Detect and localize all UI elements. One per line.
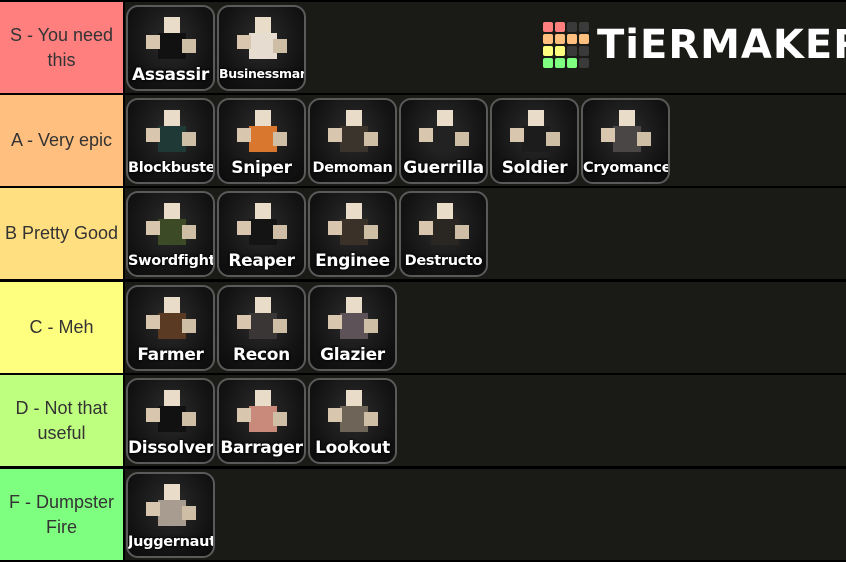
- logo-grid-cell: [579, 34, 589, 44]
- tier-item-card[interactable]: Swordfighte: [126, 190, 215, 277]
- character-portrait-icon: [236, 296, 287, 347]
- logo-grid-cell: [567, 34, 577, 44]
- tier-item-card[interactable]: Guerrilla: [399, 97, 488, 184]
- tier-item-name: Cryomancer: [583, 159, 668, 176]
- tier-item-card[interactable]: Enginee: [308, 190, 397, 277]
- character-portrait-icon: [145, 109, 196, 160]
- character-portrait-icon: [418, 202, 469, 253]
- tier-item-name: Lookout: [315, 437, 390, 458]
- tiermaker-logo: TiERMAKER: [543, 20, 846, 70]
- logo-grid-cell: [543, 22, 553, 32]
- tier-item-name: Demoman: [312, 159, 393, 176]
- tier-item-name: Barrager: [220, 437, 303, 458]
- character-portrait-icon: [145, 16, 196, 67]
- logo-grid-cell: [555, 22, 565, 32]
- tier-row: C - Meh Farmer Recon Glazier: [0, 282, 846, 373]
- tier-items-dropzone[interactable]: Blockbuste Sniper Demoman Guerrilla Soldier C…: [125, 95, 846, 186]
- tier-item-name: Sniper: [231, 157, 292, 178]
- character-portrait-icon: [236, 202, 287, 253]
- tier-label[interactable]: D - Not that useful: [0, 375, 123, 466]
- character-portrait-icon: [327, 296, 378, 347]
- tier-item-card[interactable]: Barrager: [217, 377, 306, 464]
- tier-item-card[interactable]: Reaper: [217, 190, 306, 277]
- tier-row: D - Not that useful Dissolver Barrager Look…: [0, 375, 846, 466]
- tier-item-name: Businessmar: [219, 65, 304, 81]
- tier-item-name: Assassir: [132, 64, 209, 85]
- tier-row: B Pretty Good Swordfighte Reaper Enginee Des…: [0, 188, 846, 279]
- tier-row: F - Dumpster Fire Juggernaut: [0, 469, 846, 560]
- character-portrait-icon: [509, 109, 560, 160]
- tier-items-dropzone[interactable]: Swordfighte Reaper Enginee Destructo: [125, 188, 846, 279]
- character-portrait-icon: [327, 202, 378, 253]
- logo-grid-cell: [567, 58, 577, 68]
- logo-grid-cell: [579, 22, 589, 32]
- tier-item-name: Dissolver: [128, 437, 213, 458]
- tier-item-name: Swordfighte: [128, 252, 213, 269]
- character-portrait-icon: [327, 389, 378, 440]
- tier-item-card[interactable]: Cryomancer: [581, 97, 670, 184]
- tier-item-card[interactable]: Juggernaut: [126, 471, 215, 558]
- tier-item-name: Juggernaut: [128, 533, 213, 550]
- logo-grid-cell: [579, 58, 589, 68]
- tier-item-name: Blockbuste: [128, 159, 213, 176]
- character-portrait-icon: [600, 109, 651, 160]
- logo-grid-cell: [555, 46, 565, 56]
- logo-grid-cell: [579, 46, 589, 56]
- tier-item-card[interactable]: Businessmar: [217, 4, 306, 91]
- tier-item-card[interactable]: Soldier: [490, 97, 579, 184]
- tier-items-dropzone[interactable]: Dissolver Barrager Lookout: [125, 375, 846, 466]
- tier-item-name: Guerrilla: [403, 157, 484, 178]
- character-portrait-icon: [145, 389, 196, 440]
- tier-label[interactable]: B Pretty Good: [0, 188, 123, 279]
- character-portrait-icon: [145, 483, 196, 534]
- tier-item-card[interactable]: Glazier: [308, 284, 397, 371]
- tier-row: A - Very epic Blockbuste Sniper Demoman Guer…: [0, 95, 846, 186]
- character-portrait-icon: [145, 202, 196, 253]
- tier-item-name: Enginee: [315, 250, 390, 271]
- tier-item-name: Glazier: [320, 344, 385, 365]
- tier-list: S - You need this Assassir Businessmar A - …: [0, 0, 846, 562]
- character-portrait-icon: [418, 109, 469, 160]
- character-portrait-icon: [327, 109, 378, 160]
- tier-item-card[interactable]: Sniper: [217, 97, 306, 184]
- character-portrait-icon: [236, 16, 287, 67]
- logo-grid-cell: [555, 34, 565, 44]
- logo-grid-cell: [567, 46, 577, 56]
- tier-item-card[interactable]: Blockbuste: [126, 97, 215, 184]
- tier-label[interactable]: F - Dumpster Fire: [0, 469, 123, 560]
- tier-items-dropzone[interactable]: Juggernaut: [125, 469, 846, 560]
- tier-item-card[interactable]: Farmer: [126, 284, 215, 371]
- tier-item-name: Destructo: [404, 252, 483, 269]
- tier-label[interactable]: C - Meh: [0, 282, 123, 373]
- tier-item-card[interactable]: Dissolver: [126, 377, 215, 464]
- logo-text: TiERMAKER: [597, 22, 846, 68]
- logo-grid-cell: [543, 46, 553, 56]
- logo-grid-icon: [543, 22, 589, 68]
- character-portrait-icon: [236, 389, 287, 440]
- tier-item-name: Reaper: [228, 250, 295, 271]
- tier-item-card[interactable]: Lookout: [308, 377, 397, 464]
- tier-item-name: Farmer: [137, 344, 204, 365]
- tier-item-name: Recon: [233, 344, 290, 365]
- tier-item-name: Soldier: [501, 157, 568, 178]
- logo-grid-cell: [567, 22, 577, 32]
- logo-grid-cell: [543, 58, 553, 68]
- logo-grid-cell: [555, 58, 565, 68]
- tier-label[interactable]: A - Very epic: [0, 95, 123, 186]
- tier-label[interactable]: S - You need this: [0, 2, 123, 93]
- logo-grid-cell: [543, 34, 553, 44]
- tier-item-card[interactable]: Demoman: [308, 97, 397, 184]
- tier-items-dropzone[interactable]: Farmer Recon Glazier: [125, 282, 846, 373]
- tier-item-card[interactable]: Destructo: [399, 190, 488, 277]
- tier-item-card[interactable]: Recon: [217, 284, 306, 371]
- character-portrait-icon: [236, 109, 287, 160]
- character-portrait-icon: [145, 296, 196, 347]
- tier-item-card[interactable]: Assassir: [126, 4, 215, 91]
